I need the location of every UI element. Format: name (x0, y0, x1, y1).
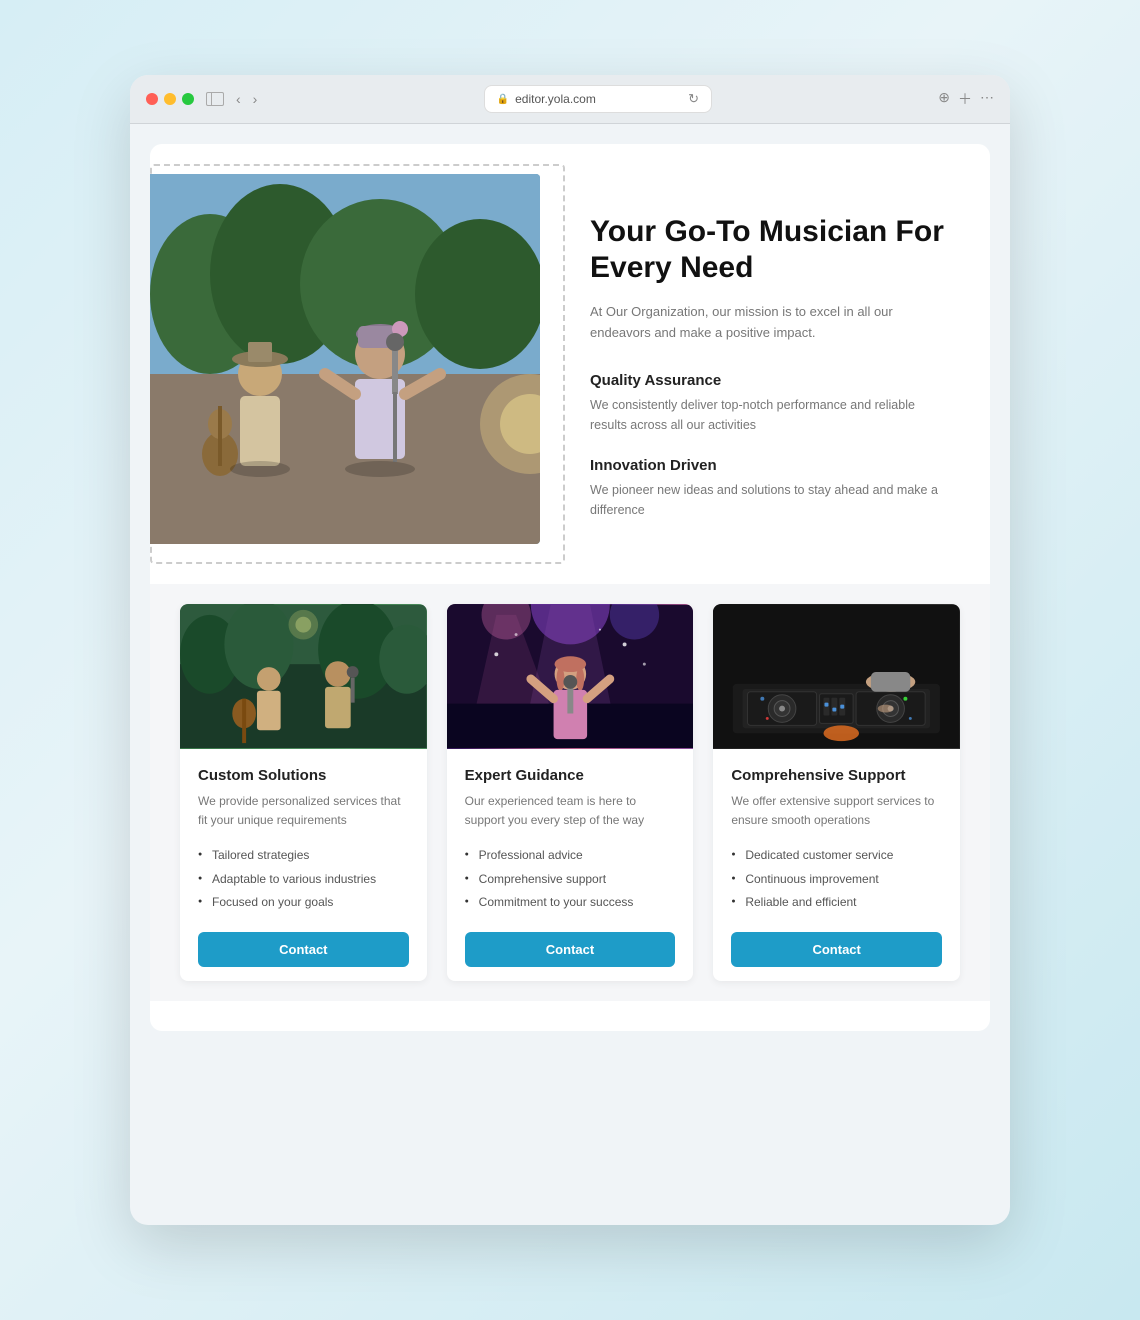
card-desc-1: We provide personalized services that fi… (198, 792, 409, 830)
traffic-light-green[interactable] (182, 93, 194, 105)
list-item: Adaptable to various industries (198, 868, 409, 891)
card-title-3: Comprehensive Support (731, 767, 942, 784)
feature-innovation-title: Innovation Driven (590, 457, 950, 474)
list-item: Commitment to your success (465, 891, 676, 914)
card-desc-2: Our experienced team is here to support … (465, 792, 676, 830)
card-desc-3: We offer extensive support services to e… (731, 792, 942, 830)
list-item: Tailored strategies (198, 844, 409, 867)
browser-chrome: ‹ › 🔒 editor.yola.com ↻ ⊕ ＋ ⋯ (130, 75, 1010, 124)
contact-button-2[interactable]: Contact (465, 932, 676, 967)
hero-image-container (150, 174, 550, 544)
traffic-light-yellow[interactable] (164, 93, 176, 105)
card-image-2 (447, 604, 694, 749)
contact-button-1[interactable]: Contact (198, 932, 409, 967)
forward-arrow-icon[interactable]: › (253, 91, 258, 107)
cards-section: Custom Solutions We provide personalized… (150, 584, 990, 1001)
menu-icon[interactable]: ⋯ (980, 89, 994, 109)
card-image-1 (180, 604, 427, 749)
list-item: Focused on your goals (198, 891, 409, 914)
back-arrow-icon[interactable]: ‹ (236, 91, 241, 107)
card-list-2: Professional advice Comprehensive suppor… (465, 844, 676, 914)
cards-grid: Custom Solutions We provide personalized… (180, 604, 960, 981)
browser-window: ‹ › 🔒 editor.yola.com ↻ ⊕ ＋ ⋯ (130, 75, 1010, 1225)
traffic-lights (146, 93, 194, 105)
hero-image (150, 174, 540, 544)
card-title-2: Expert Guidance (465, 767, 676, 784)
list-item: Dedicated customer service (731, 844, 942, 867)
card-list-1: Tailored strategies Adaptable to various… (198, 844, 409, 914)
feature-quality: Quality Assurance We consistently delive… (590, 372, 950, 435)
traffic-light-red[interactable] (146, 93, 158, 105)
card-body-2: Expert Guidance Our experienced team is … (447, 749, 694, 981)
list-item: Professional advice (465, 844, 676, 867)
feature-quality-title: Quality Assurance (590, 372, 950, 389)
new-tab-icon[interactable]: ＋ (958, 89, 972, 109)
sidebar-toggle-icon[interactable] (206, 92, 224, 106)
hero-description: At Our Organization, our mission is to e… (590, 302, 950, 344)
contact-button-3[interactable]: Contact (731, 932, 942, 967)
card-body-1: Custom Solutions We provide personalized… (180, 749, 427, 981)
list-item: Comprehensive support (465, 868, 676, 891)
card-expert-guidance: Expert Guidance Our experienced team is … (447, 604, 694, 981)
card-body-3: Comprehensive Support We offer extensive… (713, 749, 960, 981)
reload-icon[interactable]: ↻ (688, 91, 699, 107)
hero-text: Your Go-To Musician For Every Need At Ou… (590, 184, 950, 542)
card-custom-solutions: Custom Solutions We provide personalized… (180, 604, 427, 981)
card-comprehensive-support: Comprehensive Support We offer extensive… (713, 604, 960, 981)
url-text: editor.yola.com (515, 92, 596, 106)
hero-title: Your Go-To Musician For Every Need (590, 214, 950, 286)
list-item: Reliable and efficient (731, 891, 942, 914)
address-bar[interactable]: 🔒 editor.yola.com ↻ (484, 85, 712, 113)
hero-section: Your Go-To Musician For Every Need At Ou… (150, 144, 990, 584)
lock-icon: 🔒 (497, 94, 509, 105)
card-title-1: Custom Solutions (198, 767, 409, 784)
browser-actions: ⊕ ＋ ⋯ (938, 89, 994, 109)
feature-quality-desc: We consistently deliver top-notch perfor… (590, 395, 950, 435)
feature-innovation: Innovation Driven We pioneer new ideas a… (590, 457, 950, 520)
extensions-icon[interactable]: ⊕ (938, 89, 950, 109)
feature-innovation-desc: We pioneer new ideas and solutions to st… (590, 480, 950, 520)
card-list-3: Dedicated customer service Continuous im… (731, 844, 942, 914)
list-item: Continuous improvement (731, 868, 942, 891)
card-image-3 (713, 604, 960, 749)
page-content: Your Go-To Musician For Every Need At Ou… (150, 144, 990, 1031)
